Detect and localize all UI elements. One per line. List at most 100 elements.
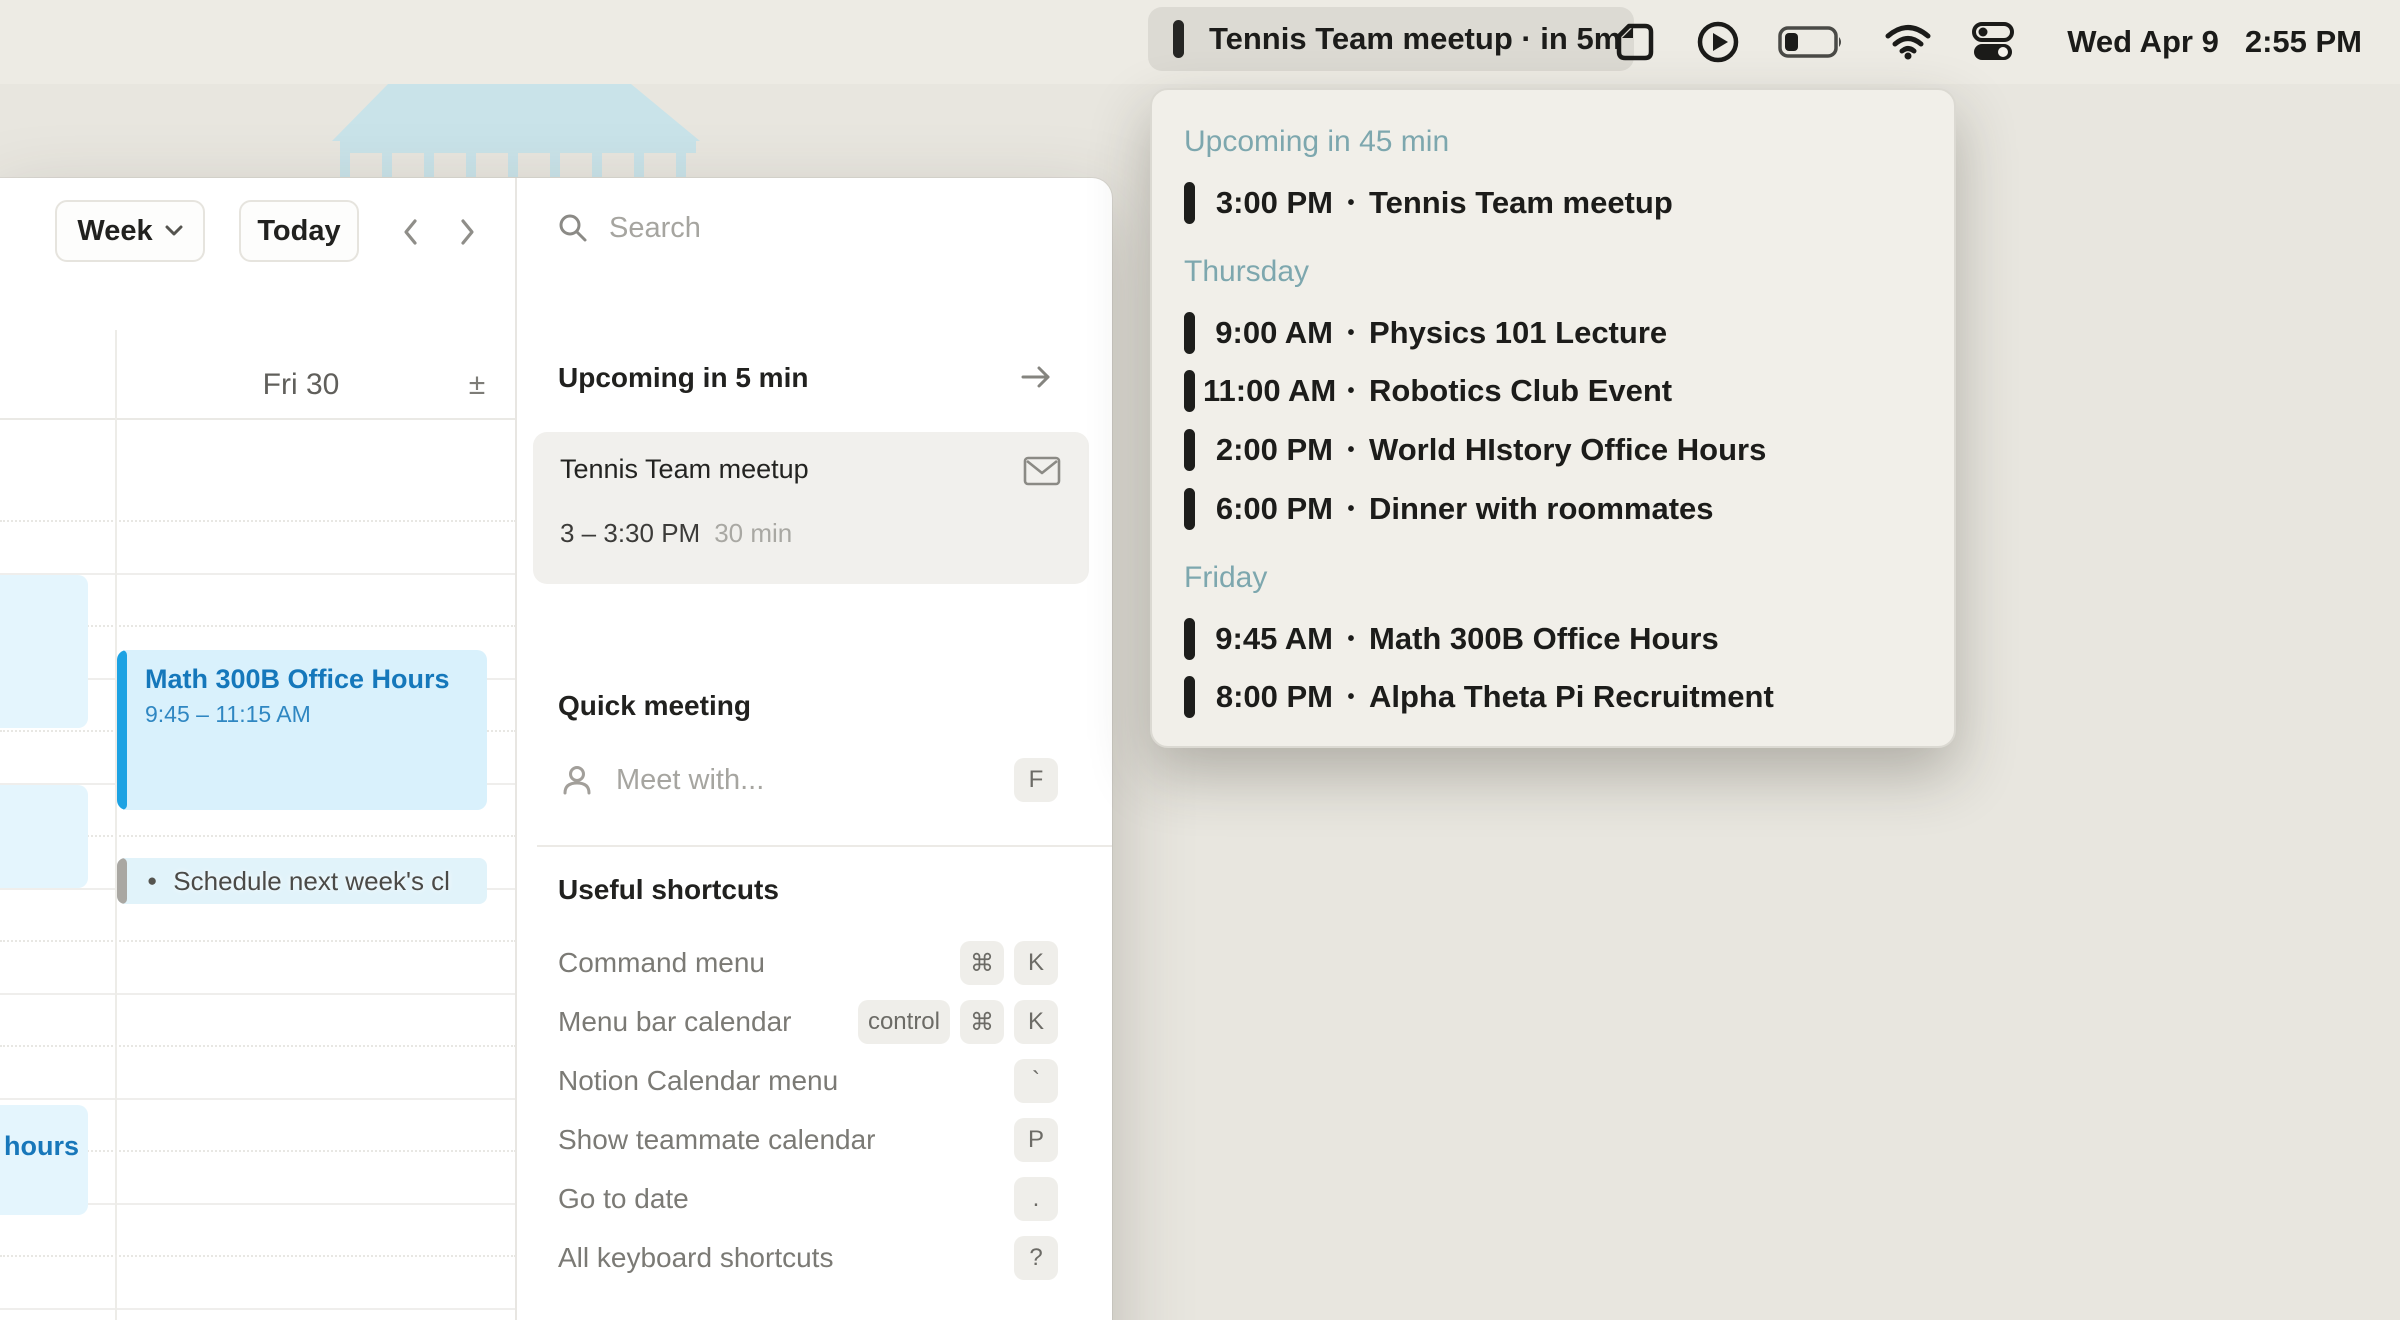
event-time: 2:00 PM (1203, 432, 1333, 468)
shortcut-key: ? (1014, 1236, 1058, 1280)
event-time: 6:00 PM (1203, 491, 1333, 527)
event-title: Alpha Theta Pi Recruitment (1369, 679, 1774, 715)
shortcut-key: ⌘ (960, 941, 1004, 985)
wallpaper-trampoline-legs (340, 141, 696, 177)
shortcut-row: Notion Calendar menu ` (558, 1059, 1058, 1103)
shortcut-key: ⌘ (960, 1000, 1004, 1044)
shortcut-key: control (858, 1000, 950, 1044)
upcoming-section-header: Upcoming in 5 min (558, 362, 808, 394)
menubar-time: 2:55 PM (2245, 24, 2362, 60)
shortcut-label: Command menu (558, 947, 765, 979)
event-time: 11:00 AM (1203, 373, 1333, 409)
screen-mirroring-icon[interactable] (1612, 19, 1658, 65)
shortcut-label: Show teammate calendar (558, 1124, 876, 1156)
shortcut-row: Show teammate calendar P (558, 1118, 1058, 1162)
dot-separator: • (1333, 686, 1369, 709)
arrow-right-icon (1019, 364, 1053, 390)
shortcuts-section-header: Useful shortcuts (558, 874, 779, 906)
event-color-bar (1184, 312, 1195, 354)
shortcut-key: ` (1014, 1059, 1058, 1103)
day-column-divider (115, 330, 117, 1320)
shortcut-row: Go to date . (558, 1177, 1058, 1221)
agenda-event[interactable]: 2:00 PM • World HIstory Office Hours (1152, 425, 1954, 475)
upcoming-event-time: 3 – 3:30 PM (560, 518, 700, 549)
email-icon[interactable] (1023, 456, 1061, 486)
dot-separator: • (1333, 628, 1369, 651)
search-input[interactable]: Search (557, 208, 701, 248)
event-time: 8:00 PM (1203, 679, 1333, 715)
shortcut-key: K (1014, 941, 1058, 985)
event-time: 3:00 PM (1203, 185, 1333, 221)
event-color-bar (1184, 429, 1195, 471)
shortcut-key: . (1014, 1177, 1058, 1221)
shortcut-row: All keyboard shortcuts ? (558, 1236, 1058, 1280)
agenda-event[interactable]: 9:00 AM • Physics 101 Lecture (1152, 308, 1954, 358)
now-playing-icon[interactable] (1695, 19, 1741, 65)
sidebar-divider (515, 178, 517, 1320)
today-button[interactable]: Today (239, 200, 359, 262)
shortcut-key: K (1014, 1000, 1058, 1044)
day-header-divider (0, 418, 516, 420)
event-title: hours (0, 1105, 88, 1162)
next-week-button[interactable] (448, 212, 488, 252)
task-color-bar (117, 858, 127, 904)
battery-icon[interactable] (1778, 24, 1846, 60)
shortcut-label: All keyboard shortcuts (558, 1242, 833, 1274)
dot-separator: • (1333, 192, 1369, 215)
event-color-bar (1184, 618, 1195, 660)
open-upcoming-button[interactable] (1016, 360, 1056, 394)
view-switcher-button[interactable]: Week (55, 200, 205, 262)
section-divider (537, 845, 1112, 847)
search-icon (557, 212, 589, 244)
event-time: 9:00 AM (1203, 315, 1333, 351)
menubar-status-text: Tennis Team meetup · in 5m (1209, 21, 1621, 57)
calendar-task-event[interactable]: ● Schedule next week's cl (117, 858, 487, 904)
notion-calendar-window: Week Today Fri 30 ± (0, 178, 1112, 1320)
upcoming-event-title: Tennis Team meetup (560, 454, 809, 485)
upcoming-event-duration: 30 min (714, 518, 792, 549)
event-title: Physics 101 Lecture (1369, 315, 1667, 351)
chevron-left-icon (402, 218, 418, 246)
calendar-event-stub[interactable] (0, 785, 88, 888)
view-switcher-label: Week (77, 215, 152, 248)
event-color-bar-icon (1173, 20, 1184, 58)
agenda-event[interactable]: 8:00 PM • Alpha Theta Pi Recruitment (1152, 672, 1954, 722)
shortcut-key: P (1014, 1118, 1058, 1162)
calendar-event-stub[interactable] (0, 575, 88, 728)
prev-week-button[interactable] (390, 212, 430, 252)
agenda-section-header: Upcoming in 45 min (1184, 125, 1449, 159)
event-title: Math 300B Office Hours (1369, 621, 1719, 657)
timezone-adjust-icon[interactable]: ± (455, 368, 499, 402)
shortcut-row: Command menu ⌘ K (558, 941, 1058, 985)
agenda-event[interactable]: 6:00 PM • Dinner with roommates (1152, 484, 1954, 534)
event-color-bar (1184, 182, 1195, 224)
agenda-event[interactable]: 9:45 AM • Math 300B Office Hours (1152, 614, 1954, 664)
today-label: Today (257, 215, 340, 248)
shortcut-row: Menu bar calendar control ⌘ K (558, 1000, 1058, 1044)
agenda-event[interactable]: 11:00 AM • Robotics Club Event (1152, 366, 1954, 416)
calendar-event-stub[interactable]: hours (0, 1105, 88, 1215)
wifi-icon[interactable] (1883, 23, 1933, 61)
upcoming-event-card[interactable]: Tennis Team meetup 3 – 3:30 PM 30 min (533, 432, 1089, 584)
shortcut-key: F (1014, 758, 1058, 802)
shortcut-label: Menu bar calendar (558, 1006, 791, 1038)
agenda-section-header: Thursday (1184, 255, 1309, 289)
quick-meeting-header: Quick meeting (558, 690, 751, 722)
calendar-event-math-office-hours[interactable]: Math 300B Office Hours 9:45 – 11:15 AM (117, 650, 487, 810)
menu-bar: Tennis Team meetup · in 5m (0, 0, 2400, 84)
control-center-icon[interactable] (1970, 19, 2016, 65)
task-title: Schedule next week's cl (173, 866, 450, 897)
event-time: 9:45 AM (1203, 621, 1333, 657)
menubar-clock[interactable]: Wed Apr 9 2:55 PM (2067, 24, 2362, 60)
menubar-calendar-status-item[interactable]: Tennis Team meetup · in 5m (1148, 7, 1634, 71)
menubar-agenda-dropdown: Upcoming in 45 min 3:00 PM • Tennis Team… (1150, 88, 1956, 748)
chevron-down-icon (165, 225, 183, 237)
event-color-bar (1184, 370, 1195, 412)
meet-with-input[interactable]: Meet with... F (560, 756, 1058, 804)
meet-with-placeholder: Meet with... (616, 764, 1014, 797)
event-title: Robotics Club Event (1369, 373, 1672, 409)
event-title: World HIstory Office Hours (1369, 432, 1766, 468)
agenda-event[interactable]: 3:00 PM • Tennis Team meetup (1152, 178, 1954, 228)
chevron-right-icon (460, 218, 476, 246)
dot-separator: • (1333, 322, 1369, 345)
